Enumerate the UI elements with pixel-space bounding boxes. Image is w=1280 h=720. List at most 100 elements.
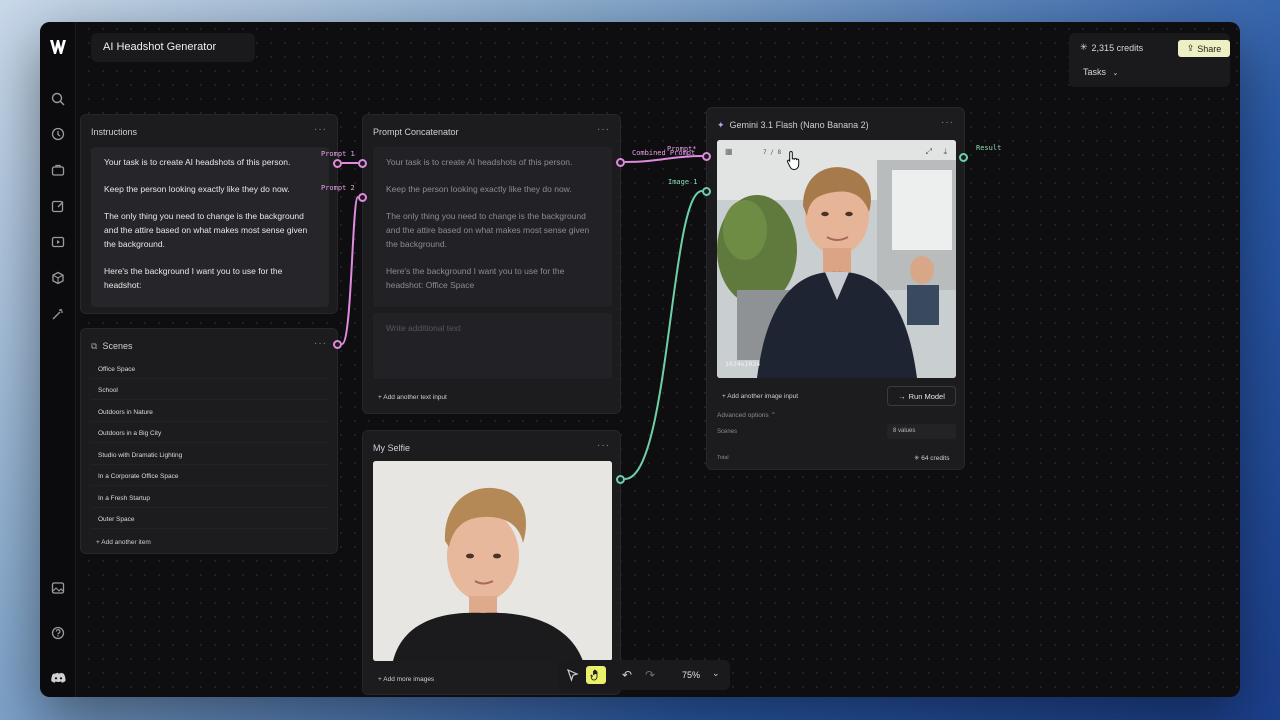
gemini-prompt-port-label: Prompt* [667,145,697,153]
run-model-label: Run Model [908,391,945,401]
image-grid-icon[interactable]: ▦ [725,147,733,156]
list-item[interactable]: Outdoors in Nature [91,404,329,422]
share-label: Share [1197,43,1222,54]
scenes-output-port[interactable] [333,340,342,349]
redo-icon[interactable]: ↷ [645,668,655,682]
scenes-param-value[interactable]: 8 values [887,424,956,439]
advanced-options-label: Advanced options [717,412,769,419]
gemini-prompt-input-port[interactable] [702,152,711,161]
scenes-node[interactable]: ⧉ Scenes ··· Office Space School Outdoors… [80,328,338,554]
concat-preview: Your task is to create AI headshots of t… [373,147,612,307]
advanced-options-toggle[interactable]: Advanced options ⌃ [717,411,776,419]
list-item[interactable]: Outer Space [91,511,329,529]
expand-icon[interactable]: ⤢ [926,147,932,157]
chevron-up-icon: ⌃ [770,412,776,419]
gemini-title: ✦ Gemini 3.1 Flash (Nano Banana 2) [717,120,869,131]
select-tool-icon[interactable] [566,668,580,682]
total-cost-value: 64 credits [921,455,950,462]
gemini-image-port-label: Image 1 [668,178,698,186]
search-icon[interactable] [48,89,68,109]
tasks-dropdown[interactable]: Tasks ⌄ [1083,67,1118,77]
more-icon[interactable]: ··· [314,124,327,135]
instructions-output-port[interactable] [333,159,342,168]
instructions-paragraph: Keep the person looking exactly like the… [104,184,290,194]
run-model-button[interactable]: → Run Model [887,386,956,406]
instructions-text[interactable]: Your task is to create AI headshots of t… [91,147,329,307]
share-button[interactable]: ⇪ Share [1178,40,1230,57]
instructions-title: Instructions [91,127,138,137]
selfie-title: My Selfie [373,443,411,453]
arrow-right-icon: → [898,391,906,401]
add-image-input-button[interactable]: + Add another image input [722,393,798,400]
discord-icon[interactable] [48,668,68,688]
list-icon: ⧉ [91,341,98,351]
combined-prompt-output-port[interactable] [616,158,625,167]
add-item-button[interactable]: + Add another item [96,539,151,546]
app-window: AI Headshot Generator ✳ 2,315 credits ⇪ … [40,22,1240,697]
share-icon: ⇪ [1186,43,1195,53]
instructions-node[interactable]: Instructions ··· Your task is to create … [80,114,338,314]
list-item[interactable]: School [91,382,329,400]
gemini-result-output-port[interactable] [959,153,968,162]
edit-image-icon[interactable] [48,196,68,216]
credits-display: ✳ 2,315 credits [1080,42,1143,53]
prompt2-port-label: Prompt 2 [321,184,355,192]
selfie-image[interactable] [373,461,612,661]
app-logo-icon[interactable] [49,39,67,55]
concat-paragraph: Your task is to create AI headshots of t… [386,157,573,167]
selfie-output-port[interactable] [616,475,625,484]
hand-tool-icon[interactable] [586,666,606,684]
gemini-image-input-port[interactable] [702,187,711,196]
magic-wand-icon[interactable] [48,304,68,324]
add-text-input-button[interactable]: + Add another text input [378,394,447,401]
more-icon[interactable]: ··· [597,440,610,451]
list-item[interactable]: Studio with Dramatic Lighting [91,447,329,465]
prompt1-port-label: Prompt 1 [321,150,355,158]
gemini-title-label: Gemini 3.1 Flash (Nano Banana 2) [729,120,869,130]
list-item[interactable]: In a Corporate Office Space [91,468,329,486]
sparkle-icon: ✳ [1080,42,1088,52]
add-images-button[interactable]: + Add more images [378,676,434,683]
help-icon[interactable] [48,623,68,643]
concat-paragraph: Here's the background I want you to use … [386,266,565,290]
zoom-level[interactable]: 75% [682,670,700,680]
project-title[interactable]: AI Headshot Generator [91,33,255,62]
prompt2-input-port[interactable] [358,193,367,202]
concat-paragraph: Keep the person looking exactly like the… [386,184,572,194]
chevron-down-icon[interactable]: ⌄ [712,668,720,679]
history-icon[interactable] [48,124,68,144]
gemini-sparkle-icon: ✦ [717,120,725,130]
briefcase-icon[interactable] [48,160,68,180]
video-icon[interactable] [48,232,68,252]
scenes-param-label: Scenes [717,429,738,435]
canvas-toolbar: ↶ ↷ 75% ⌄ [558,660,730,690]
more-icon[interactable]: ··· [941,117,954,128]
concat-title: Prompt Concatenator [373,127,459,137]
instructions-paragraph: Your task is to create AI headshots of t… [104,157,291,167]
scenes-label: Scenes [102,341,133,351]
result-image[interactable]: 7 / 8 ▦ ⤢ ⤓ 1024x1024 [717,140,956,378]
gemini-node[interactable]: ✦ Gemini 3.1 Flash (Nano Banana 2) ··· 7… [706,107,965,470]
image-resolution: 1024x1024 [725,360,761,368]
additional-text-placeholder: Write additional text [386,323,461,333]
total-cost: ✳ 64 credits [914,454,949,462]
undo-icon[interactable]: ↶ [622,668,632,682]
left-rail [40,22,76,697]
cube-icon[interactable] [48,268,68,288]
additional-text-input[interactable]: Write additional text [373,313,612,379]
more-icon[interactable]: ··· [314,338,327,349]
total-label: Total [717,455,729,461]
my-selfie-node[interactable]: My Selfie ··· + Add more images [362,430,621,695]
list-item[interactable]: Office Space [91,361,329,379]
download-icon[interactable]: ⤓ [943,147,947,157]
prompt-concatenator-node[interactable]: Prompt Concatenator ··· Your task is to … [362,114,621,414]
instructions-paragraph: Here's the background I want you to use … [104,266,283,290]
credits-label: 2,315 credits [1091,42,1144,53]
list-item[interactable]: Outdoors in a Big City [91,425,329,443]
gallery-icon[interactable] [48,578,68,598]
account-panel: ✳ 2,315 credits ⇪ Share Tasks ⌄ [1069,33,1230,87]
list-item[interactable]: In a Fresh Startup [91,490,329,508]
prompt1-input-port[interactable] [358,159,367,168]
image-counter: 7 / 8 [763,149,782,156]
more-icon[interactable]: ··· [597,124,610,135]
